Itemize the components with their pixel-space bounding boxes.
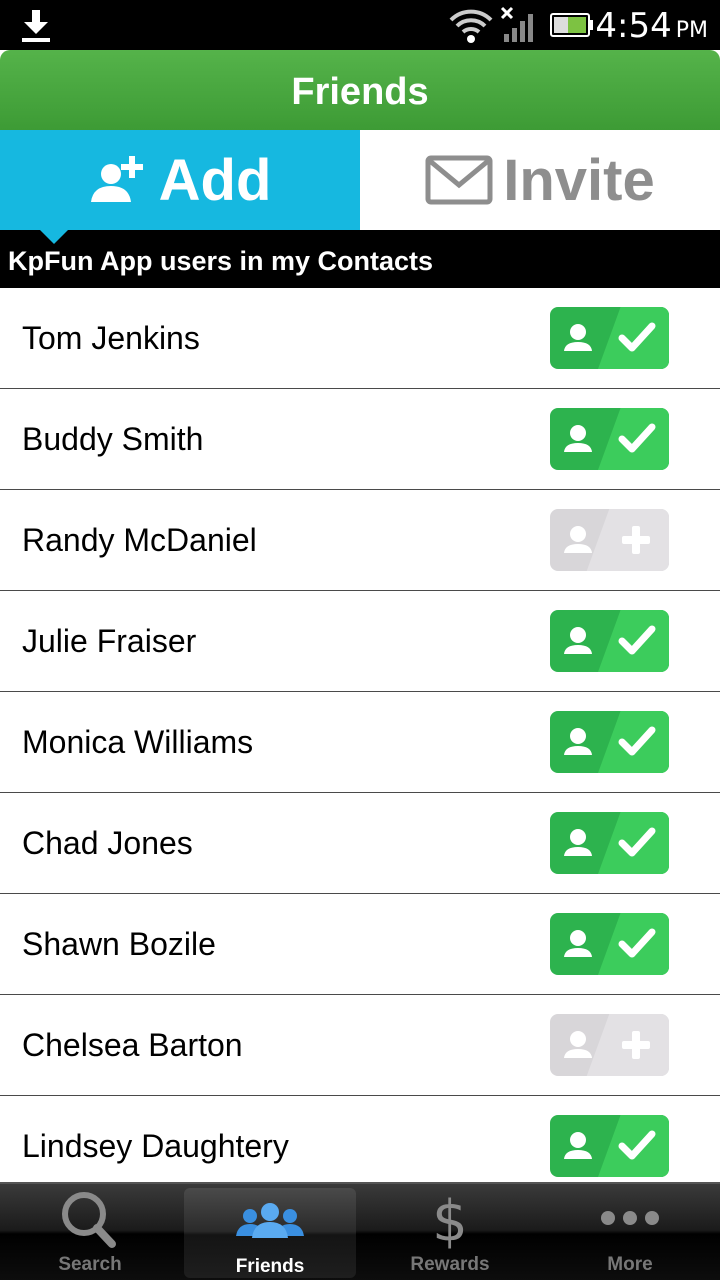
nav-item-more[interactable]: More <box>540 1184 720 1280</box>
person-check-icon <box>564 1130 656 1160</box>
friend-added-button[interactable] <box>550 711 669 773</box>
contact-row[interactable]: Tom Jenkins <box>0 288 720 389</box>
page-title: Friends <box>291 71 429 113</box>
search-icon <box>62 1192 116 1248</box>
dollar-icon: $ <box>432 1189 468 1250</box>
person-check-icon <box>564 423 656 453</box>
bottom-nav: Search Friends $ Rewards More <box>0 1182 720 1280</box>
contact-row[interactable]: Lindsey Daughtery <box>0 1096 720 1181</box>
nav-label-rewards: Rewards <box>410 1254 490 1275</box>
clock-time: 4:54 <box>595 6 672 46</box>
contact-row[interactable]: Chelsea Barton <box>0 995 720 1096</box>
battery-icon <box>550 13 593 37</box>
download-icon <box>22 10 50 42</box>
contact-name: Buddy Smith <box>22 421 204 457</box>
contact-row[interactable]: Randy McDaniel <box>0 490 720 591</box>
contact-name: Randy McDaniel <box>22 522 257 558</box>
tab-add[interactable]: Add <box>0 130 360 244</box>
section-header: KpFun App users in my Contacts <box>0 230 720 288</box>
tab-add-label: Add <box>158 147 272 213</box>
friend-added-button[interactable] <box>550 610 669 672</box>
envelope-icon <box>425 155 493 205</box>
contact-name: Chelsea Barton <box>22 1027 243 1063</box>
contact-row[interactable]: Monica Williams <box>0 692 720 793</box>
segmented-tabs: Add Invite <box>0 130 720 244</box>
friends-icon <box>236 1203 304 1238</box>
friend-added-button[interactable] <box>550 812 669 874</box>
nav-label-friends: Friends <box>235 1256 305 1277</box>
person-plus-icon <box>564 526 650 554</box>
nav-label-more: More <box>607 1254 653 1275</box>
contact-name: Chad Jones <box>22 825 193 861</box>
contact-name: Monica Williams <box>22 724 254 760</box>
nav-label-search: Search <box>58 1254 122 1275</box>
contacts-list[interactable]: Tom Jenkins Buddy Smith Randy McDaniel Juli… <box>0 288 720 1181</box>
title-bar: Friends <box>0 50 720 130</box>
person-check-icon <box>564 827 656 857</box>
contact-row[interactable]: Shawn Bozile <box>0 894 720 995</box>
person-check-icon <box>564 726 656 756</box>
person-check-icon <box>564 625 656 655</box>
person-check-icon <box>564 928 656 958</box>
person-plus-icon <box>564 1031 650 1059</box>
friend-added-button[interactable] <box>550 408 669 470</box>
svg-text:$: $ <box>432 1189 468 1250</box>
tab-invite-label: Invite <box>503 147 655 213</box>
more-icon <box>601 1211 659 1225</box>
contact-row[interactable]: Julie Fraiser <box>0 591 720 692</box>
status-bar: 4:54 PM <box>0 0 720 50</box>
nav-item-rewards[interactable]: $ Rewards <box>360 1184 540 1280</box>
add-friend-button[interactable] <box>550 1014 669 1076</box>
contact-row[interactable]: Chad Jones <box>0 793 720 894</box>
add-friend-button[interactable] <box>550 509 669 571</box>
friend-added-button[interactable] <box>550 307 669 369</box>
contact-name: Julie Fraiser <box>22 623 197 659</box>
tab-invite[interactable]: Invite <box>360 130 720 230</box>
active-tab-pointer <box>40 230 68 244</box>
nav-item-search[interactable]: Search <box>0 1184 180 1280</box>
clock-ampm: PM <box>675 18 708 43</box>
contact-row[interactable]: Buddy Smith <box>0 389 720 490</box>
contact-name: Lindsey Daughtery <box>22 1128 289 1164</box>
section-header-text: KpFun App users in my Contacts <box>8 246 434 276</box>
person-check-icon <box>564 322 656 352</box>
friend-added-button[interactable] <box>550 1115 669 1177</box>
signal-icon <box>500 6 533 42</box>
wifi-icon <box>449 9 493 43</box>
friend-added-button[interactable] <box>550 913 669 975</box>
contact-name: Tom Jenkins <box>22 320 200 356</box>
status-clock: 4:54 PM <box>595 6 708 51</box>
add-person-icon <box>90 156 143 202</box>
nav-item-friends[interactable]: Friends <box>184 1188 356 1278</box>
contact-name: Shawn Bozile <box>22 926 216 962</box>
